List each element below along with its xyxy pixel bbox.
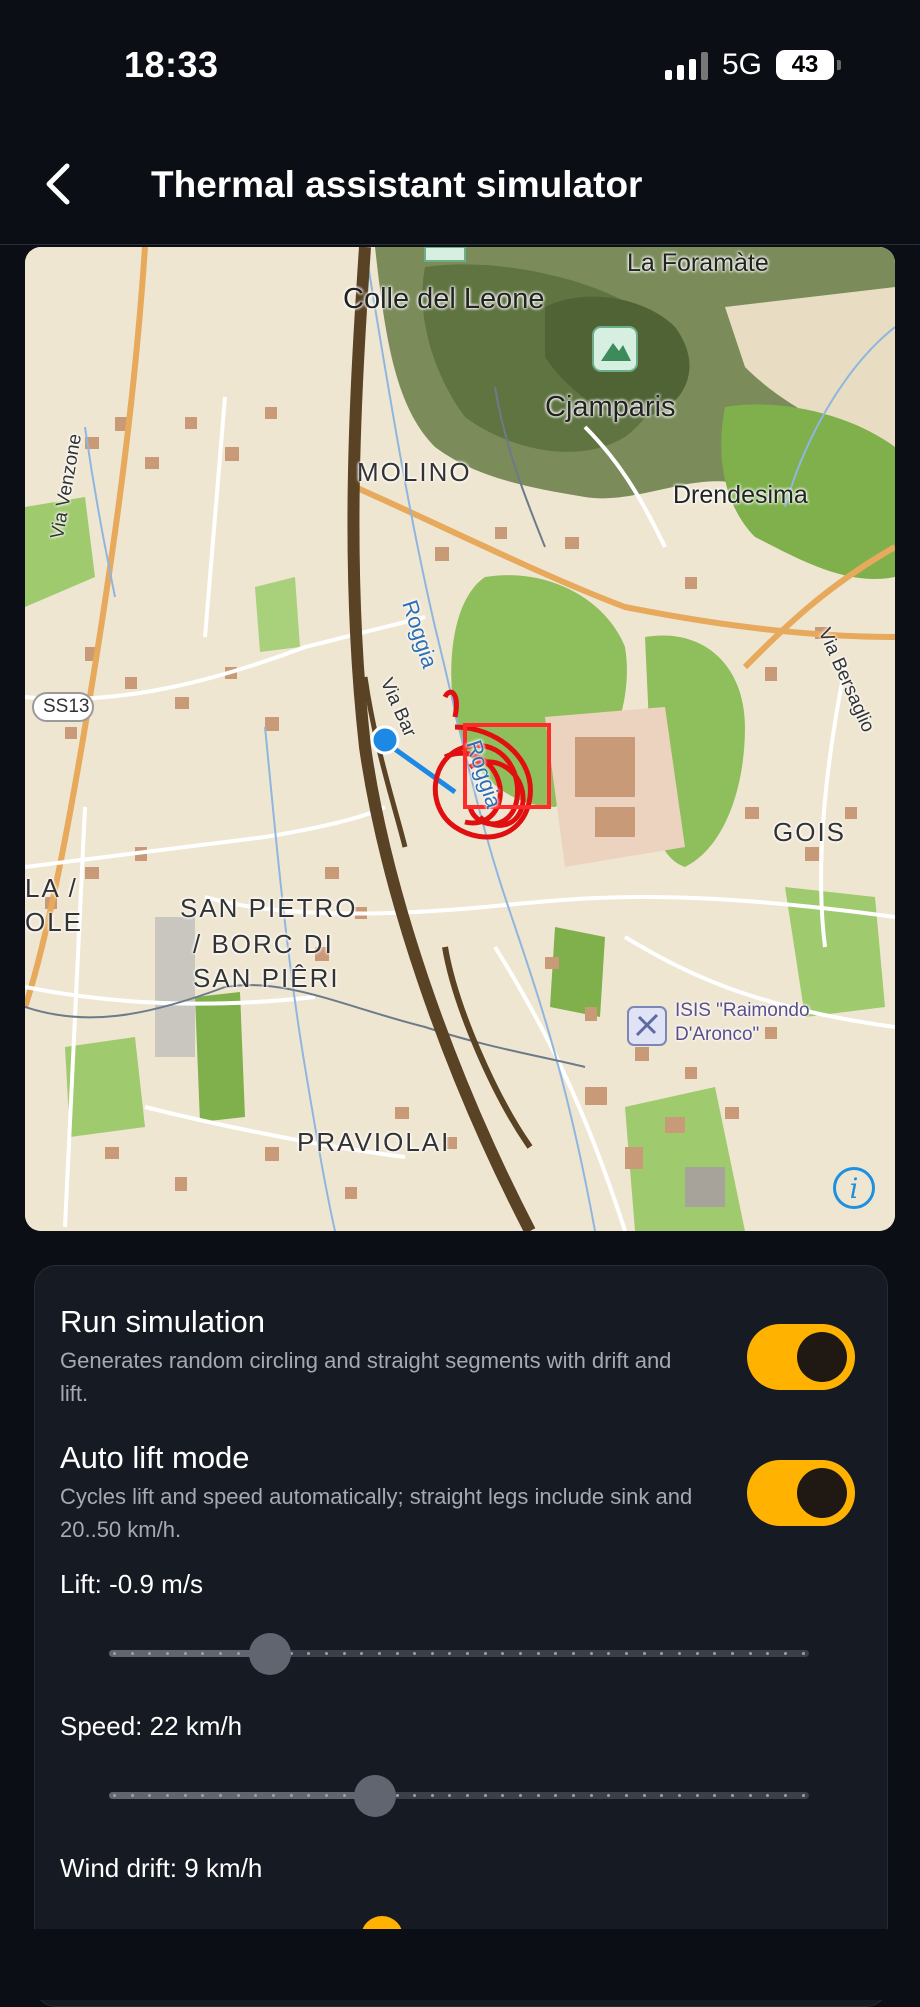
map-label: D'Aronco" — [675, 1024, 760, 1045]
map-label: SAN PIÊRI — [193, 963, 340, 993]
battery-icon: 43 — [776, 50, 841, 80]
settings-card: Run simulation Generates random circling… — [34, 1265, 888, 2007]
map-label: OLE — [25, 907, 84, 937]
map-canvas — [25, 247, 895, 1231]
auto-lift-title: Auto lift mode — [60, 1440, 250, 1475]
toggle-knob — [797, 1332, 847, 1382]
lift-slider[interactable] — [109, 1633, 809, 1675]
bottom-safe-area — [0, 1929, 920, 2000]
page-title: Thermal assistant simulator — [151, 164, 643, 205]
slider-thumb[interactable] — [354, 1775, 396, 1817]
map-label: SS13 — [43, 696, 90, 717]
run-simulation-description: Generates random circling and straight s… — [60, 1348, 672, 1406]
run-simulation-setting: Run simulation Generates random circling… — [60, 1304, 700, 1410]
map-label: Cjamparis — [545, 391, 676, 423]
status-indicators: 5G 43 — [664, 48, 841, 82]
toggle-knob — [797, 1468, 847, 1518]
map-label: ISIS "Raimondo — [675, 1000, 810, 1021]
chevron-left-icon — [46, 163, 70, 205]
map-label: LA / — [25, 873, 78, 903]
auto-lift-setting: Auto lift mode Cycles lift and speed aut… — [60, 1440, 700, 1546]
map-label: GOIS — [773, 817, 847, 847]
slider-ticks — [113, 1652, 805, 1655]
network-type: 5G — [721, 48, 762, 81]
speed-label: Speed: 22 km/h — [60, 1711, 243, 1741]
info-icon[interactable]: i — [833, 1167, 875, 1209]
speed-slider[interactable] — [109, 1775, 809, 1817]
signal-icon — [664, 50, 708, 80]
slider-thumb[interactable] — [249, 1633, 291, 1675]
map-label: La Foramàte — [627, 249, 769, 277]
status-time: 18:33 — [124, 44, 219, 85]
map-label: Drendesima — [673, 481, 808, 509]
auto-lift-description: Cycles lift and speed automatically; str… — [60, 1484, 693, 1542]
auto-lift-toggle[interactable] — [747, 1460, 855, 1526]
map-label: SAN PIETRO — [180, 893, 358, 923]
wind-drift-label: Wind drift: 9 km/h — [60, 1853, 263, 1883]
back-button[interactable] — [30, 156, 86, 212]
slider-ticks — [113, 1794, 805, 1797]
run-simulation-title: Run simulation — [60, 1304, 266, 1339]
map-label: PRAVIOLAI — [297, 1127, 451, 1157]
map-label: MOLINO — [357, 457, 472, 487]
map-view[interactable]: La Foramàte Colle del Leone Cjamparis MO… — [25, 247, 895, 1231]
map-label: Colle del Leone — [343, 283, 545, 315]
map-label: / BORC DI — [193, 929, 334, 959]
current-position-marker — [370, 725, 400, 755]
run-simulation-toggle[interactable] — [747, 1324, 855, 1390]
app-bar: Thermal assistant simulator — [0, 120, 920, 245]
lift-label: Lift: -0.9 m/s — [60, 1569, 204, 1599]
